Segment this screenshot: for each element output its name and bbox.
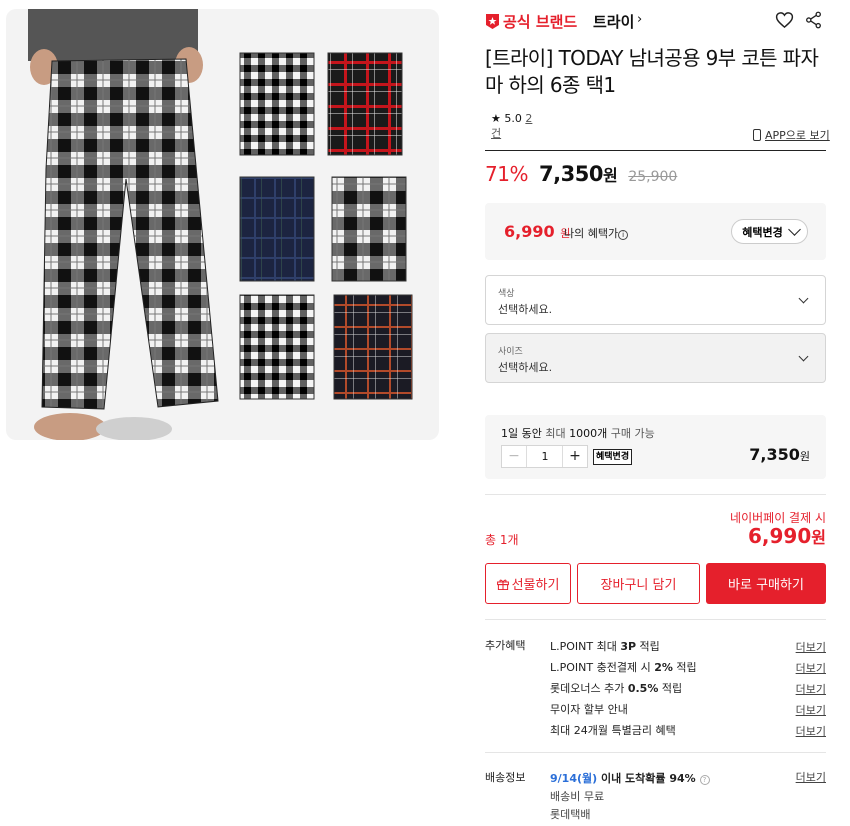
more-link[interactable]: 더보기 [796,769,826,785]
gift-label: 선물하기 [511,578,560,593]
change-benefit-button[interactable]: 혜택변경 [731,219,808,244]
rating-score: 5.0 [504,112,522,125]
limit-text-4: 구매 가능 [610,427,655,440]
benefit-item-text: L.POINT 충전결제 시 [550,661,655,674]
won-unit: 원 [799,450,810,463]
divider [485,752,826,753]
more-link[interactable]: 더보기 [796,681,826,697]
divider [485,619,826,620]
limit-text-3: 1000개 [569,427,608,440]
add-to-cart-button[interactable]: 장바구니 담기 [577,563,700,604]
shipping-date: 9/14(월) [550,772,598,785]
benefit-item-text: L.POINT 최대 [550,640,621,653]
line-price-value: 7,350 [749,445,800,464]
original-price: 25,900 [628,169,678,185]
chevron-down-icon [788,223,801,236]
color-select-value: 선택하세요. [498,303,553,316]
color-select[interactable]: 색상 선택하세요. [485,275,826,325]
sale-price-value: 7,350 [539,162,603,186]
product-image [6,9,439,440]
decrease-button[interactable]: − [502,446,527,467]
my-benefit-label: 나의 혜택가 i [564,225,629,241]
price-row: 71% 7,350원 25,900 [485,162,677,186]
chevron-down-icon [798,293,809,304]
purchase-limit: 1일 동안 최대 1000개 구매 가능 [501,425,655,441]
shipping-fee: 배송비 무료 [550,790,605,803]
benefit-item-suffix: 적립 [672,661,697,674]
color-select-label: 색상 [498,289,515,299]
benefit-item-highlight: 2% [654,661,673,674]
benefit-item: 최대 24개월 특별금리 혜택 [550,724,676,737]
won-unit: 원 [602,166,618,185]
app-view-link[interactable]: APP으로 보기 [753,127,830,143]
heart-icon[interactable] [775,11,794,29]
chevron-right-icon[interactable]: › [637,12,642,27]
limit-text-1: 1일 동안 [501,427,542,440]
more-link[interactable]: 더보기 [796,639,826,655]
divider [485,494,826,495]
size-select[interactable]: 사이즈 선택하세요. [485,333,826,383]
quantity-value[interactable]: 1 [527,446,563,467]
review-count-a[interactable]: 2 [525,112,532,125]
benefit-item: 롯데오너스 추가 0.5% 적립 [550,680,682,696]
my-benefit-box: 6,990 원 나의 혜택가 i 혜택변경 [485,203,826,260]
my-benefit-price: 6,990 원 [504,222,570,241]
shipping-info-label: 배송정보 [485,771,526,784]
quantity-box: 1일 동안 최대 1000개 구매 가능 − 1 + 혜택변경 7,350원 [485,415,826,479]
more-link[interactable]: 더보기 [796,723,826,739]
arrival-probability: 이내 도착확률 94% [597,772,700,785]
my-benefit-price-value: 6,990 [504,222,555,241]
benefit-item-text: 롯데오너스 추가 [550,682,628,695]
benefit-item-highlight: 3P [620,640,637,653]
divider [485,150,826,151]
size-select-label: 사이즈 [498,347,523,357]
extra-benefit-label: 추가혜택 [485,639,526,652]
shipping-eta: 9/14(월) 이내 도착확률 94% ? [550,770,710,786]
quantity-stepper: − 1 + [501,445,588,468]
phone-icon [753,129,761,141]
more-link[interactable]: 더보기 [796,702,826,718]
benefit-item: L.POINT 충전결제 시 2% 적립 [550,659,697,675]
shipping-carrier: 롯데택배 [550,808,591,821]
line-price: 7,350원 [749,445,810,464]
benefit-item-highlight: 0.5% [627,682,659,695]
more-link[interactable]: 더보기 [796,660,826,676]
share-icon[interactable] [805,11,822,29]
gift-icon [496,579,509,590]
size-select-value: 선택하세요. [498,361,553,374]
review-count-b[interactable]: 건 [491,127,501,140]
change-benefit-mini-button[interactable]: 혜택변경 [593,449,633,465]
benefit-item-suffix: 적립 [658,682,683,695]
star-icon: ★ [491,112,501,125]
product-photo [28,9,413,440]
won-unit: 원 [811,528,826,547]
info-icon[interactable]: i [618,230,629,240]
chevron-down-icon [798,351,809,362]
change-benefit-label: 혜택변경 [742,225,783,239]
app-view-label: APP으로 보기 [765,129,830,142]
benefit-item: L.POINT 최대 3P 적립 [550,638,660,654]
total-quantity: 총 1개 [485,533,519,547]
total-price-value: 6,990 [748,524,812,548]
help-icon[interactable]: ? [699,775,710,785]
brand-name-link[interactable]: 트라이 [593,11,634,32]
official-brand-label: 공식 브랜드 [503,13,578,31]
limit-text-2: 최대 [545,427,566,440]
my-benefit-label-text: 나의 혜택가 [564,227,619,240]
product-title: [트라이] TODAY 남녀공용 9부 코튼 파자마 하의 6종 택1 [485,46,819,97]
rating[interactable]: ★ 5.0 2 건 [491,111,532,141]
gift-button[interactable]: 선물하기 [485,563,571,604]
benefit-item-suffix: 적립 [636,640,660,653]
total-price: 6,990원 [748,524,826,548]
brand-row: 공식 브랜드 트라이 › [485,10,826,32]
increase-button[interactable]: + [562,446,587,467]
discount-rate: 71% [485,162,528,186]
buy-now-button[interactable]: 바로 구매하기 [706,563,826,604]
sale-price: 7,350원 [539,162,618,186]
benefit-item: 무이자 할부 안내 [550,703,628,716]
official-badge-icon [486,14,499,29]
